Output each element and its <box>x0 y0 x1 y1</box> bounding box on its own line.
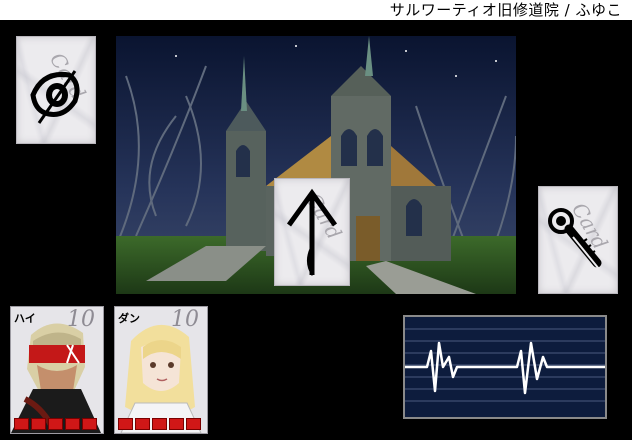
party-member-card[interactable]: ダン 10 <box>114 306 208 434</box>
hp-pip <box>82 418 97 430</box>
search-card[interactable]: Card <box>538 186 618 294</box>
hp-pip <box>48 418 63 430</box>
title-bar: サルワーティオ旧修道院 / ふゆこ <box>0 0 632 20</box>
location-title: サルワーティオ旧修道院 / ふゆこ <box>389 1 622 19</box>
hp-pip <box>31 418 46 430</box>
hp-pip <box>65 418 80 430</box>
hp-pip <box>169 418 184 430</box>
character-name: ダン <box>118 312 140 325</box>
up-arrow-icon <box>286 188 338 276</box>
move-forward-card[interactable]: Card <box>274 178 350 286</box>
character-level: 10 <box>171 307 199 332</box>
heartbeat-monitor-icon <box>405 328 605 402</box>
eye-icon <box>30 70 80 124</box>
hp-pip <box>135 418 150 430</box>
character-name: ハイ <box>14 312 36 325</box>
hp-pip <box>186 418 201 430</box>
eye-card[interactable]: Card <box>16 36 96 144</box>
hp-bar <box>118 418 201 430</box>
magnifier-hand-icon <box>548 208 602 270</box>
hp-pip <box>152 418 167 430</box>
heartbeat-monitor <box>403 315 607 419</box>
hp-pip <box>118 418 133 430</box>
hp-bar <box>14 418 97 430</box>
party-member-card[interactable]: ハイ 10 <box>10 306 104 434</box>
hp-pip <box>14 418 29 430</box>
character-level: 10 <box>67 307 95 332</box>
